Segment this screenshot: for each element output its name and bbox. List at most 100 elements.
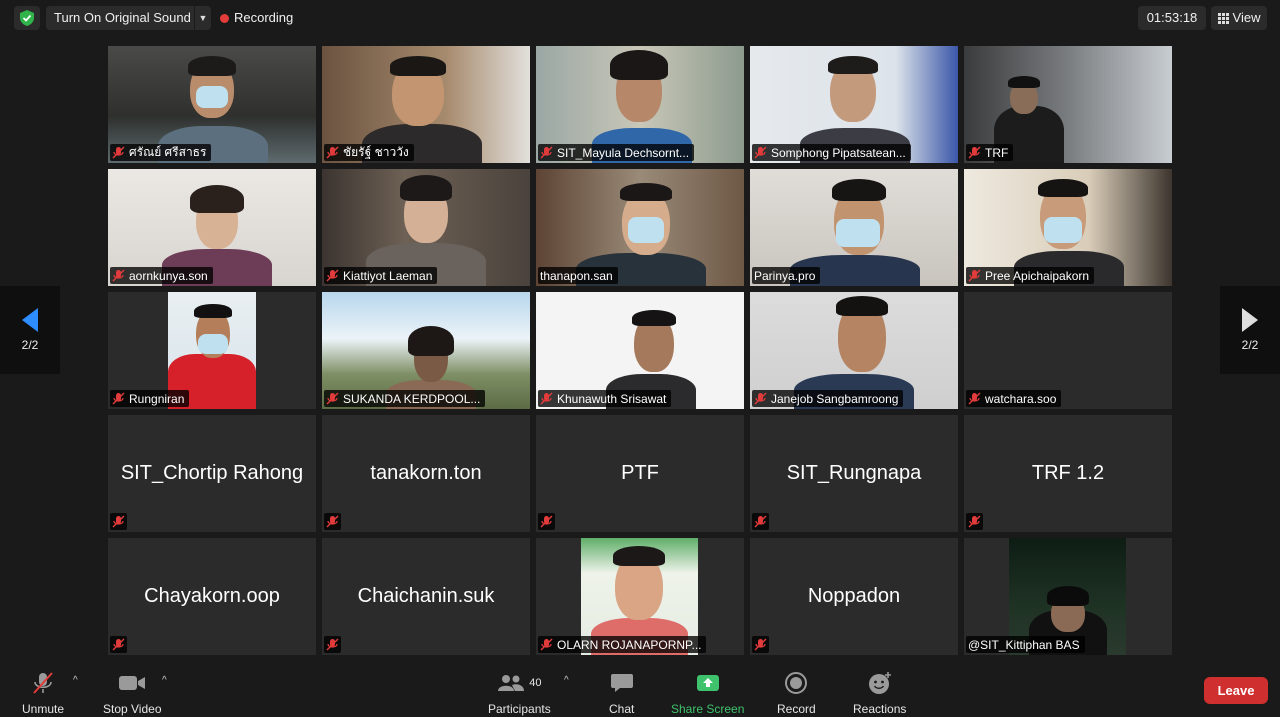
participant-tile[interactable]: SIT_Mayula Dechsornt... <box>536 46 744 163</box>
mic-muted-icon <box>326 146 339 159</box>
mic-muted-icon <box>540 638 553 651</box>
participants-count: 40 <box>529 677 542 689</box>
arrow-left-icon <box>22 308 38 332</box>
participant-name-label: ชัยรัฐ์ ชาววัง <box>324 144 414 161</box>
zoom-meeting-window: Turn On Original Sound ▼ Recording 01:53… <box>0 0 1280 717</box>
page-indicator-left: 2/2 <box>21 338 39 352</box>
mic-muted-icon <box>112 146 125 159</box>
participant-name-label: ศรัณย์ ศรีสาธร <box>110 144 212 161</box>
participant-name-label: OLARN ROJANAPORNP... <box>538 636 707 653</box>
participant-mic-status <box>324 513 341 530</box>
chat-button[interactable]: Chat <box>609 670 634 716</box>
participant-name-label: thanapon.san <box>538 267 618 284</box>
smiley-plus-icon <box>867 670 893 696</box>
mic-muted-icon <box>540 515 553 528</box>
mic-muted-icon <box>754 638 767 651</box>
top-bar: Turn On Original Sound ▼ Recording 01:53… <box>0 0 1280 36</box>
participant-tile[interactable]: SIT_Rungnapa <box>750 415 958 532</box>
participant-name-label: aornkunya.son <box>110 267 213 284</box>
participant-mic-status <box>110 513 127 530</box>
participant-display-name: TRF 1.2 <box>1031 462 1105 484</box>
participant-tile[interactable]: Janejob Sangbamroong <box>750 292 958 409</box>
mic-muted-icon <box>112 515 125 528</box>
participant-tile[interactable]: Somphong Pipatsatean... <box>750 46 958 163</box>
chevron-up-icon[interactable]: ^ <box>564 675 569 686</box>
participant-tile[interactable]: Chaichanin.suk <box>322 538 530 655</box>
participant-tile[interactable]: tanakorn.ton <box>322 415 530 532</box>
participant-tile[interactable]: thanapon.san <box>536 169 744 286</box>
participant-mic-status <box>752 636 769 653</box>
chevron-down-icon[interactable]: ▼ <box>195 6 211 30</box>
previous-page-button[interactable]: 2/2 <box>0 286 60 374</box>
mic-muted-icon <box>968 269 981 282</box>
meeting-timer: 01:53:18 <box>1138 6 1206 30</box>
participant-tile[interactable]: Parinya.pro <box>750 169 958 286</box>
participants-icon: 40 <box>497 670 541 696</box>
participant-tile[interactable]: Pree Apichaipakorn <box>964 169 1172 286</box>
participant-name-label: watchara.soo <box>966 390 1062 407</box>
participant-tile[interactable]: aornkunya.son <box>108 169 316 286</box>
participant-tile[interactable]: OLARN ROJANAPORNP... <box>536 538 744 655</box>
participant-name-label: Pree Apichaipakorn <box>966 267 1095 284</box>
mic-muted-icon <box>540 392 553 405</box>
participant-tile[interactable]: Chayakorn.oop <box>108 538 316 655</box>
video-camera-icon <box>118 670 146 696</box>
security-shield-icon[interactable] <box>14 6 40 30</box>
mic-muted-icon <box>112 638 125 651</box>
participant-name-label: Parinya.pro <box>752 267 821 284</box>
participant-tile[interactable]: TRF 1.2 <box>964 415 1172 532</box>
participant-tile[interactable]: Kiattiyot Laeman <box>322 169 530 286</box>
participants-button[interactable]: 40 Participants <box>488 670 551 716</box>
mic-muted-icon <box>540 146 553 159</box>
mic-muted-icon <box>326 392 339 405</box>
participant-tile[interactable]: TRF <box>964 46 1172 163</box>
participant-name-label: SUKANDA KERDPOOL... <box>324 390 486 407</box>
arrow-right-icon <box>1242 308 1258 332</box>
recording-indicator[interactable]: Recording <box>220 6 293 30</box>
participant-display-name: Noppadon <box>807 585 901 607</box>
participant-tile[interactable]: Khunawuth Srisawat <box>536 292 744 409</box>
participant-tile[interactable]: ศรัณย์ ศรีสาธร <box>108 46 316 163</box>
participant-name-label: Janejob Sangbamroong <box>752 390 904 407</box>
mic-muted-icon <box>754 392 767 405</box>
chevron-up-icon[interactable]: ^ <box>162 675 167 686</box>
participant-tile[interactable]: SIT_Chortip Rahong <box>108 415 316 532</box>
record-button[interactable]: Record <box>777 670 816 716</box>
participant-display-name: SIT_Rungnapa <box>786 462 922 484</box>
participant-tile[interactable]: Noppadon <box>750 538 958 655</box>
participant-display-name: Chayakorn.oop <box>144 585 280 607</box>
participant-display-name: PTF <box>621 462 659 484</box>
mic-muted-icon <box>326 638 339 651</box>
mic-muted-icon <box>326 269 339 282</box>
view-button[interactable]: View <box>1211 6 1267 30</box>
participant-tile[interactable]: SUKANDA KERDPOOL... <box>322 292 530 409</box>
participant-name-label: @SIT_Kittiphan BAS <box>966 636 1085 653</box>
grid-icon <box>1217 12 1229 24</box>
mic-muted-icon <box>112 392 125 405</box>
participant-mic-status <box>324 636 341 653</box>
leave-button[interactable]: Leave <box>1204 677 1268 704</box>
participant-mic-status <box>966 513 983 530</box>
chevron-up-icon[interactable]: ^ <box>73 675 78 686</box>
mic-muted-icon <box>968 146 981 159</box>
mic-muted-icon <box>968 392 981 405</box>
participant-tile[interactable]: watchara.soo <box>964 292 1172 409</box>
chat-bubble-icon <box>610 670 634 696</box>
participant-name-label: TRF <box>966 144 1014 161</box>
page-indicator-right: 2/2 <box>1241 338 1259 352</box>
stop-video-button[interactable]: Stop Video <box>103 670 162 716</box>
participant-tile[interactable]: Rungniran <box>108 292 316 409</box>
original-sound-button[interactable]: Turn On Original Sound <box>46 6 194 30</box>
participant-tile[interactable]: @SIT_Kittiphan BAS <box>964 538 1172 655</box>
mic-muted-icon <box>968 515 981 528</box>
unmute-button[interactable]: Unmute <box>22 670 64 716</box>
recording-dot-icon <box>220 13 229 23</box>
participant-display-name: tanakorn.ton <box>370 462 482 484</box>
next-page-button[interactable]: 2/2 <box>1220 286 1280 374</box>
participant-tile[interactable]: PTF <box>536 415 744 532</box>
mic-muted-icon <box>112 269 125 282</box>
participant-name-label: Rungniran <box>110 390 190 407</box>
participant-tile[interactable]: ชัยรัฐ์ ชาววัง <box>322 46 530 163</box>
reactions-button[interactable]: Reactions <box>853 670 906 716</box>
share-screen-button[interactable]: Share Screen <box>671 670 744 716</box>
